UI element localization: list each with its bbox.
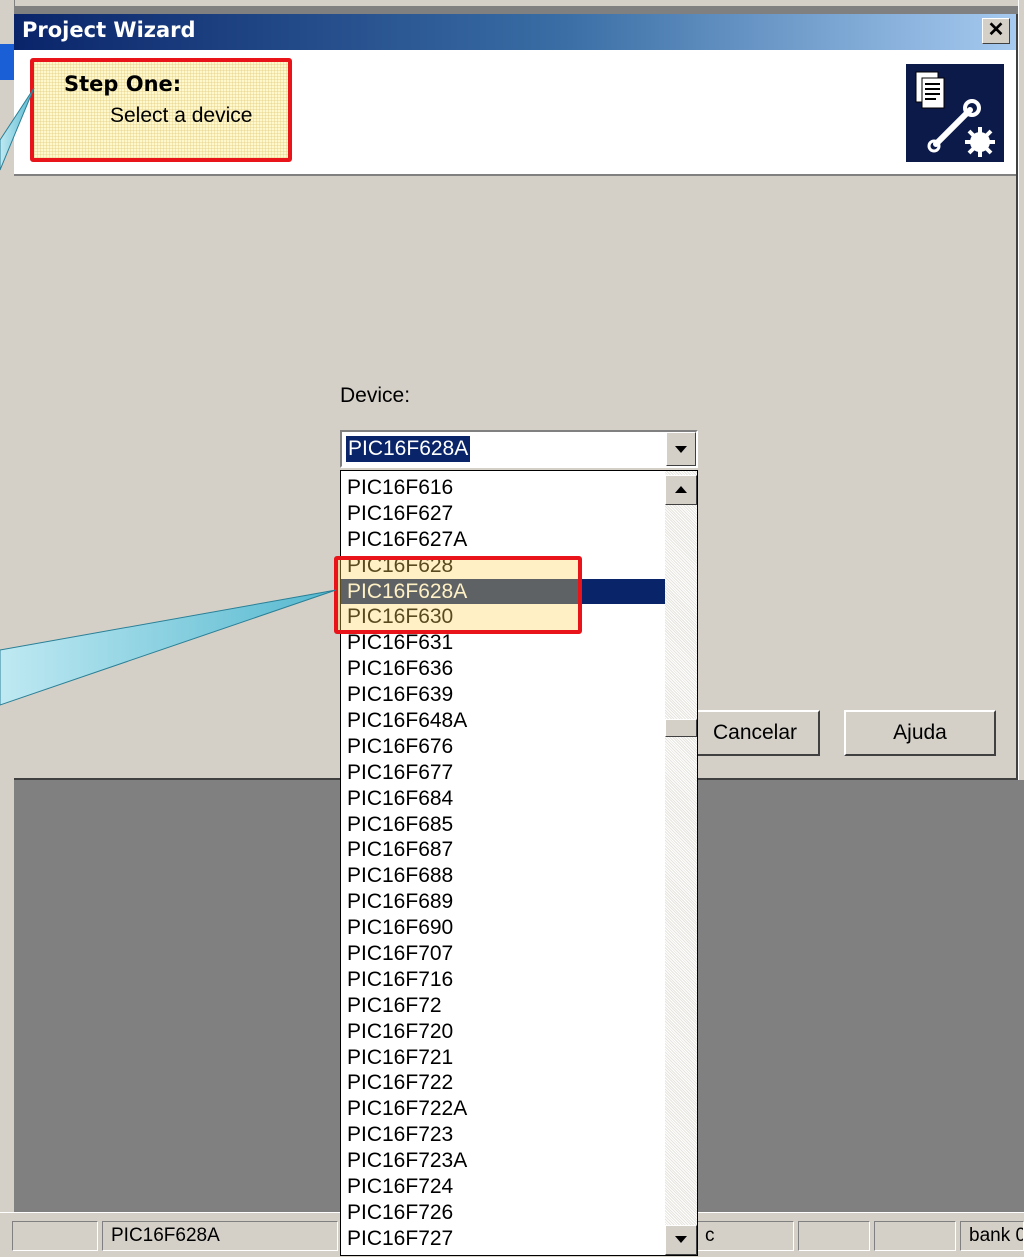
callout-pointers: [0, 87, 337, 706]
callout-arrow-step: [0, 87, 35, 171]
callout-arrow-list: [0, 589, 337, 706]
